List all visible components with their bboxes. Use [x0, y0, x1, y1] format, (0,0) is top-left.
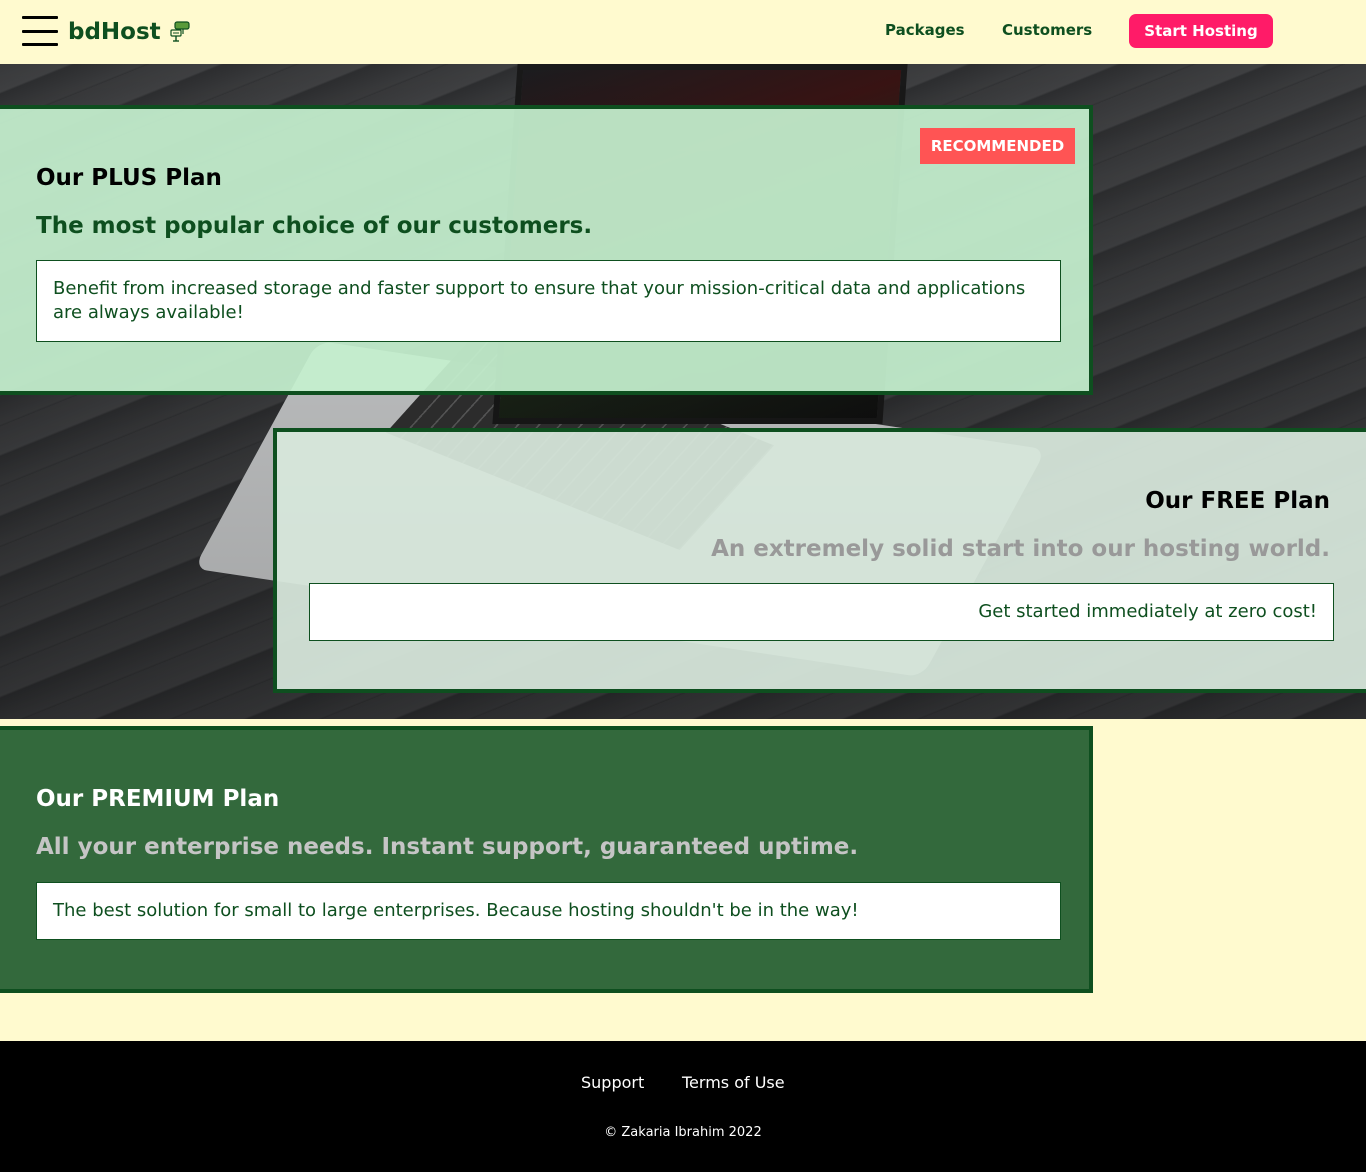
plan-subtitle: All your enterprise needs. Instant suppo… — [36, 834, 859, 860]
footer-link-support[interactable]: Support — [581, 1073, 644, 1092]
plan-card-plus: RECOMMENDED Our PLUS Plan The most popul… — [0, 105, 1093, 395]
brand-name: bdHost — [68, 19, 161, 45]
plan-title: Our PLUS Plan — [36, 165, 222, 191]
brand-logo[interactable]: bdHost — [68, 19, 191, 45]
site-footer: Support Terms of Use © Zakaria Ibrahim 2… — [0, 1041, 1366, 1172]
plan-card-premium: Our PREMIUM Plan All your enterprise nee… — [0, 726, 1093, 993]
server-logo-icon — [170, 21, 190, 42]
hamburger-line — [22, 43, 58, 46]
plan-title: Our PREMIUM Plan — [36, 786, 280, 812]
start-hosting-button[interactable]: Start Hosting — [1129, 14, 1273, 48]
footer-link-terms[interactable]: Terms of Use — [682, 1073, 785, 1092]
nav-link-customers[interactable]: Customers — [1002, 21, 1092, 39]
hamburger-line — [22, 16, 58, 19]
hamburger-line — [22, 29, 58, 33]
plan-subtitle: An extremely solid start into our hostin… — [711, 536, 1330, 562]
plan-card-free: Our FREE Plan An extremely solid start i… — [273, 428, 1366, 693]
site-header: bdHost Packages Customers Start Hosting — [0, 0, 1366, 64]
plan-subtitle: The most popular choice of our customers… — [36, 213, 593, 239]
plan-title: Our FREE Plan — [1145, 488, 1330, 514]
plan-description: The best solution for small to large ent… — [36, 882, 1061, 940]
copyright-text: © Zakaria Ibrahim 2022 — [604, 1125, 762, 1140]
recommended-badge: RECOMMENDED — [920, 128, 1075, 164]
plan-description: Get started immediately at zero cost! — [309, 583, 1334, 641]
nav-link-packages[interactable]: Packages — [885, 21, 965, 39]
hamburger-menu-icon[interactable] — [22, 16, 58, 46]
plan-description: Benefit from increased storage and faste… — [36, 260, 1061, 342]
